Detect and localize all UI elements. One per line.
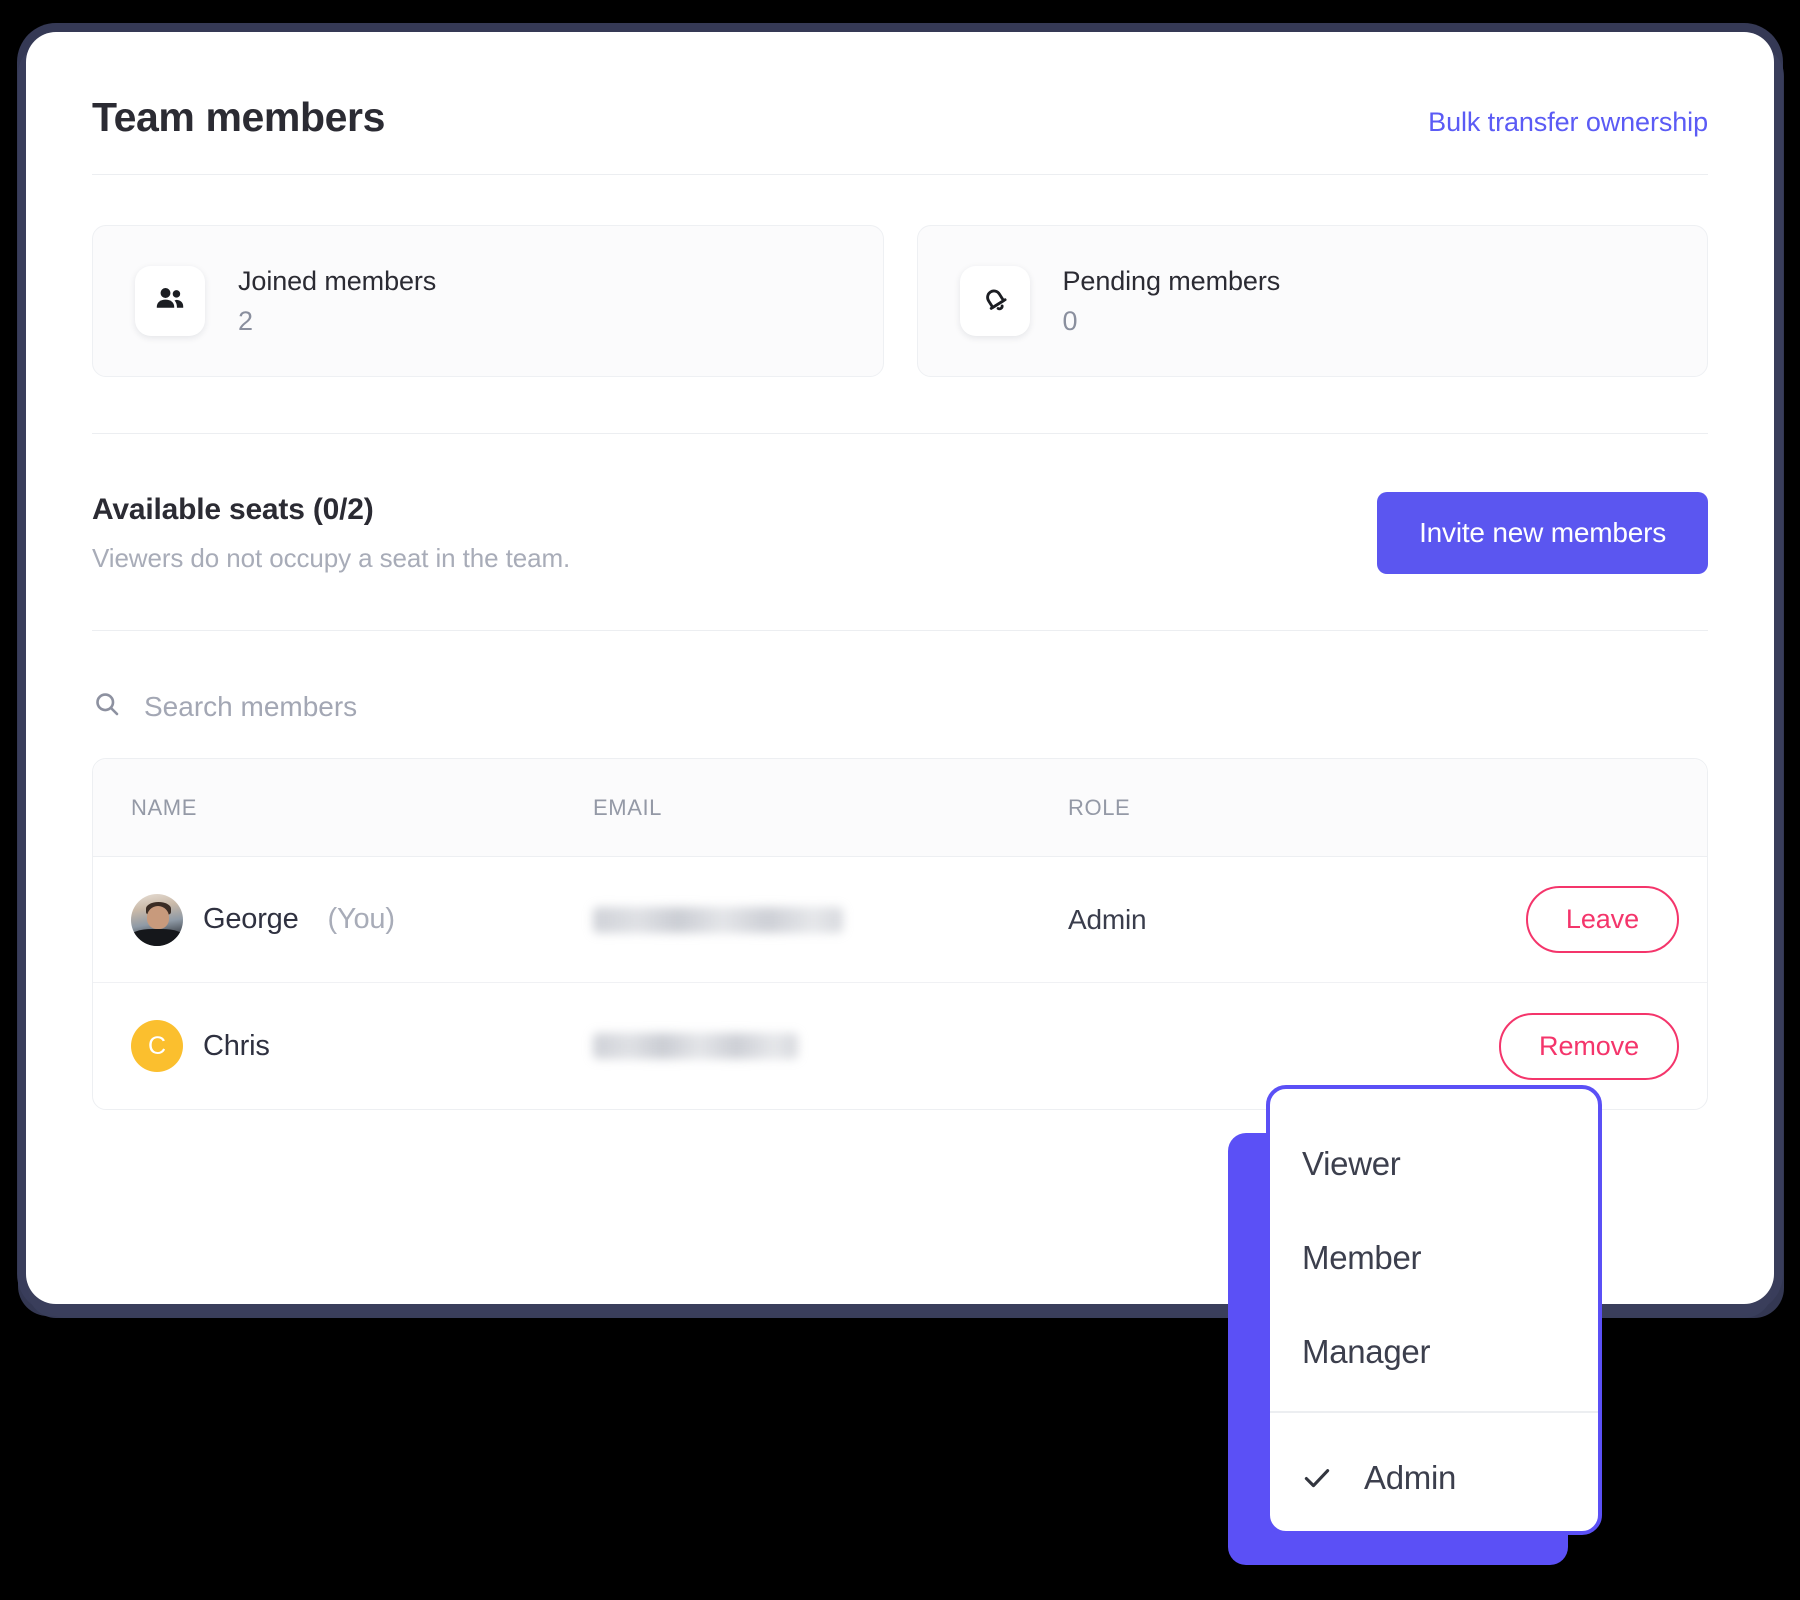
check-icon [1270, 1461, 1364, 1495]
member-name: Chris [203, 1029, 270, 1062]
remove-button[interactable]: Remove [1499, 1012, 1679, 1080]
people-icon [152, 281, 188, 322]
member-email-cell [593, 906, 1068, 933]
column-header-email: EMAIL [593, 794, 663, 820]
bulk-transfer-ownership-link[interactable]: Bulk transfer ownership [1428, 107, 1708, 138]
card-header: Team members Bulk transfer ownership [92, 32, 1708, 141]
header-divider [92, 174, 1708, 175]
search-icon [92, 689, 122, 724]
pending-members-icon-box [959, 266, 1030, 336]
leave-button[interactable]: Leave [1525, 886, 1679, 953]
joined-members-label: Joined members [238, 265, 437, 296]
member-role-cell[interactable]: Admin [1068, 904, 1398, 936]
member-name-cell: C Chris [93, 1020, 593, 1072]
stat-card-pending-members: Pending members 0 [916, 225, 1708, 377]
member-action-cell: Leave [1398, 886, 1707, 953]
available-seats-section: Available seats (0/2) Viewers do not occ… [92, 492, 1708, 574]
role-option-label: Member [1302, 1239, 1422, 1276]
role-option-viewer[interactable]: Viewer [1270, 1117, 1598, 1211]
member-email-cell [593, 1033, 1068, 1059]
member-action-cell: Remove [1398, 1012, 1707, 1080]
member-you-tag: (You) [327, 903, 395, 935]
redacted-email [593, 1033, 798, 1059]
role-option-label: Manager [1302, 1333, 1431, 1370]
member-name-cell: George (You) [93, 893, 593, 946]
avatar [131, 893, 183, 946]
bell-icon [978, 282, 1012, 321]
table-row: George (You) Admin Leave [93, 857, 1707, 983]
role-dropdown: Viewer Member Manager Admin [1228, 1085, 1608, 1565]
role-option-manager[interactable]: Manager [1270, 1305, 1598, 1399]
redacted-email [593, 906, 843, 933]
page-title: Team members [92, 94, 385, 140]
pending-members-value: 0 [1062, 305, 1078, 336]
invite-new-members-button[interactable]: Invite new members [1377, 492, 1708, 574]
seats-divider [92, 630, 1708, 631]
joined-members-icon-box [135, 266, 205, 336]
column-header-name: NAME [131, 794, 197, 820]
stats-divider [92, 433, 1708, 434]
member-role: Admin [1068, 903, 1147, 935]
available-seats-title: Available seats (0/2) [92, 492, 374, 526]
search-members-input[interactable] [144, 690, 664, 723]
members-table-header: NAME EMAIL ROLE [93, 759, 1707, 857]
joined-members-value: 2 [238, 305, 254, 336]
stats-row: Joined members 2 Pending members 0 [92, 225, 1708, 377]
avatar: C [131, 1020, 183, 1072]
stat-card-joined-members: Joined members 2 [92, 225, 884, 377]
column-header-role: ROLE [1068, 794, 1131, 820]
member-name: George [203, 903, 299, 935]
members-table: NAME EMAIL ROLE George (You) Admin Leave… [92, 758, 1708, 1110]
screenshot-stage: Team members Bulk transfer ownership Joi… [0, 0, 1800, 1600]
role-dropdown-separator [1270, 1411, 1598, 1413]
available-seats-subtitle: Viewers do not occupy a seat in the team… [92, 542, 571, 573]
pending-members-label: Pending members [1062, 265, 1281, 296]
role-option-label: Admin [1364, 1459, 1457, 1496]
role-option-label: Viewer [1302, 1145, 1401, 1182]
role-dropdown-menu: Viewer Member Manager Admin [1266, 1085, 1602, 1535]
role-option-member[interactable]: Member [1270, 1211, 1598, 1305]
search-row[interactable] [92, 689, 1708, 724]
role-option-admin[interactable]: Admin [1270, 1431, 1598, 1525]
